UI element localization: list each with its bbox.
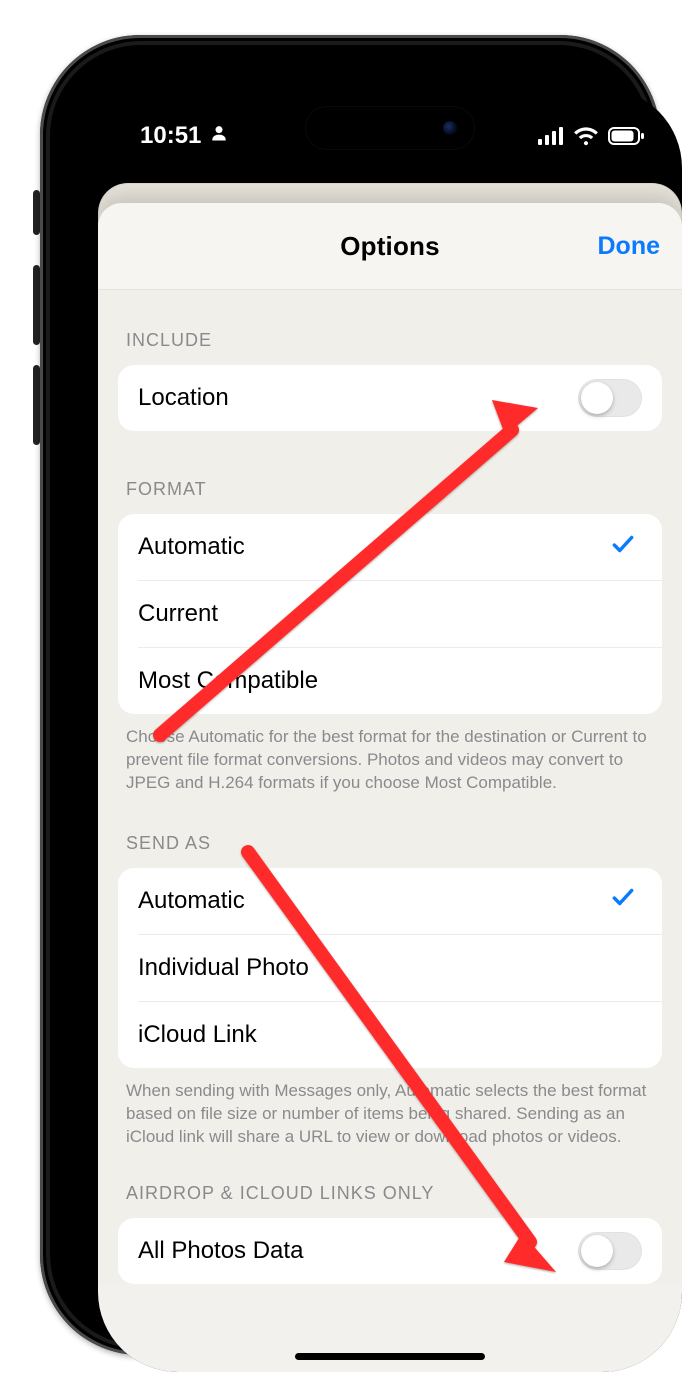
group-include: Location — [118, 365, 662, 431]
battery-icon — [608, 127, 644, 145]
toggle-location[interactable] — [578, 379, 642, 417]
row-sendas-automatic[interactable]: Automatic — [118, 868, 662, 934]
row-sendas-individual[interactable]: Individual Photo — [138, 934, 662, 1001]
home-indicator[interactable] — [295, 1353, 485, 1360]
phone-screen: 10:51 — [98, 88, 682, 1372]
phone-mute-switch — [33, 190, 40, 235]
row-sendas-icloud-link[interactable]: iCloud Link — [138, 1001, 662, 1068]
row-format-current[interactable]: Current — [138, 580, 662, 647]
group-send-as: Automatic Individual Photo iCloud Link — [118, 868, 662, 1068]
content-scroll[interactable]: INCLUDE Location FORMAT Automatic — [98, 290, 682, 1284]
row-format-automatic[interactable]: Automatic — [118, 514, 662, 580]
row-label: Most Compatible — [138, 667, 318, 695]
row-format-most-compatible[interactable]: Most Compatible — [138, 647, 662, 714]
page-title: Options — [340, 231, 440, 262]
section-header-include: INCLUDE — [98, 290, 682, 361]
group-airdrop: All Photos Data — [118, 1218, 662, 1284]
checkmark-icon — [610, 531, 636, 564]
dynamic-island — [305, 106, 475, 150]
row-label-location: Location — [138, 384, 229, 412]
done-button[interactable]: Done — [598, 203, 661, 289]
row-label: iCloud Link — [138, 1021, 257, 1049]
row-label-all-photos: All Photos Data — [138, 1237, 303, 1265]
navigation-bar: Options Done — [98, 203, 682, 290]
phone-volume-down — [33, 365, 40, 445]
profile-icon — [209, 122, 229, 150]
options-sheet: Options Done INCLUDE Location FORMAT — [98, 203, 682, 1372]
wifi-icon — [573, 126, 599, 146]
group-format: Automatic Current Most Compatible — [118, 514, 662, 714]
row-all-photos-data[interactable]: All Photos Data — [118, 1218, 662, 1284]
row-label: Individual Photo — [138, 954, 309, 982]
phone-frame: 10:51 — [40, 35, 660, 1355]
phone-volume-up — [33, 265, 40, 345]
section-header-format: FORMAT — [98, 431, 682, 510]
cellular-icon — [538, 127, 564, 145]
section-header-airdrop: AIRDROP & ICLOUD LINKS ONLY — [98, 1153, 682, 1214]
section-footer-send-as: When sending with Messages only, Automat… — [98, 1068, 682, 1153]
row-location[interactable]: Location — [118, 365, 662, 431]
checkmark-icon — [610, 884, 636, 917]
toggle-all-photos-data[interactable] — [578, 1232, 642, 1270]
row-label: Automatic — [138, 887, 245, 915]
row-label: Current — [138, 600, 218, 628]
section-header-send-as: SEND AS — [98, 799, 682, 864]
row-label: Automatic — [138, 533, 245, 561]
status-time: 10:51 — [140, 122, 201, 150]
section-footer-format: Choose Automatic for the best format for… — [98, 714, 682, 799]
